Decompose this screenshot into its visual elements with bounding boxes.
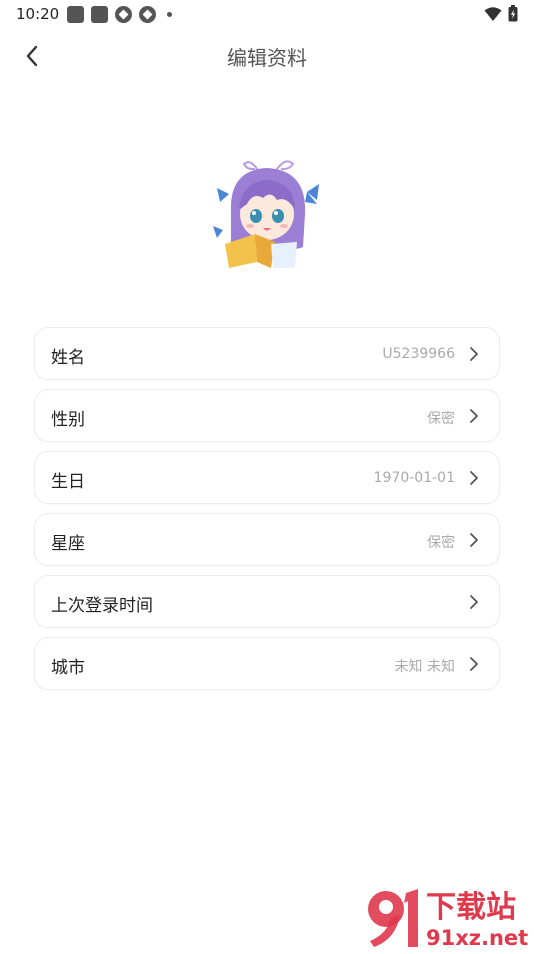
status-time: 10:20	[16, 5, 60, 23]
avatar-container[interactable]	[211, 152, 323, 272]
name-row[interactable]: 姓名 U5239966	[34, 327, 500, 380]
zodiac-row[interactable]: 星座 保密	[34, 513, 500, 566]
system-status-icons	[484, 5, 518, 22]
app-notification-icon	[67, 6, 84, 23]
row-value: U5239966	[382, 346, 455, 362]
chevron-right-icon	[470, 533, 478, 547]
watermark-brand: 下载站	[426, 890, 516, 925]
aperture-notification-icon	[139, 6, 156, 23]
aperture-notification-icon	[115, 6, 132, 23]
avatar[interactable]	[211, 152, 323, 272]
profile-info-list: 姓名 U5239966 性别 保密 生日 1970-01-01 星座 保密 上次…	[34, 327, 500, 699]
row-label: 上次登录时间	[51, 596, 153, 616]
chevron-right-icon	[470, 471, 478, 485]
gender-row[interactable]: 性别 保密	[34, 389, 500, 442]
row-value: 未知 未知	[394, 659, 455, 675]
watermark-graphic: 下载站 91xz.net	[368, 889, 528, 950]
last-login-row[interactable]: 上次登录时间	[34, 575, 500, 628]
header: 编辑资料	[0, 30, 534, 82]
city-row[interactable]: 城市 未知 未知	[34, 637, 500, 690]
page-title: 编辑资料	[227, 46, 307, 70]
app-notification-icon	[91, 6, 108, 23]
chevron-right-icon	[470, 347, 478, 361]
watermark-domain: 91xz.net	[426, 926, 528, 950]
status-bar: 10:20	[0, 0, 534, 30]
more-notifications-icon	[167, 12, 172, 17]
birthday-row[interactable]: 生日 1970-01-01	[34, 451, 500, 504]
row-value: 保密	[427, 411, 455, 427]
row-label: 城市	[51, 658, 85, 678]
row-label: 生日	[51, 472, 85, 492]
chevron-right-icon	[470, 595, 478, 609]
row-label: 星座	[51, 534, 85, 554]
watermark-logo: 下载站 91xz.net	[360, 885, 534, 950]
notification-icons	[67, 6, 172, 23]
row-label: 姓名	[51, 348, 85, 368]
row-value: 保密	[427, 535, 455, 551]
chevron-right-icon	[470, 409, 478, 423]
battery-icon	[508, 5, 518, 22]
wifi-icon	[484, 6, 502, 21]
chevron-right-icon	[470, 657, 478, 671]
row-label: 性别	[51, 410, 85, 430]
row-value: 1970-01-01	[373, 470, 455, 486]
